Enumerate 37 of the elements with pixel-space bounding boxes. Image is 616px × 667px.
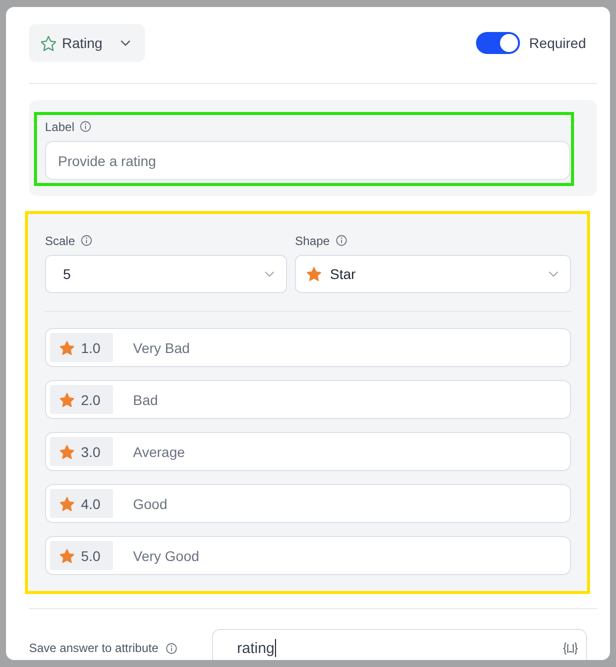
star-icon: [60, 340, 74, 354]
field-label: Scale: [45, 234, 76, 248]
score-value: 5.0: [81, 548, 100, 564]
info-icon[interactable]: [336, 235, 347, 246]
star-icon: [60, 392, 74, 406]
score-value: 3.0: [81, 444, 100, 460]
toggle-label: Required: [529, 35, 586, 51]
option-field[interactable]: 3.0 Average: [45, 432, 571, 471]
score-value: 4.0: [81, 496, 100, 512]
label-input[interactable]: Provide a rating: [45, 141, 570, 180]
chevron-down-icon: [548, 271, 559, 277]
field-label: Shape: [295, 234, 330, 248]
info-icon[interactable]: [166, 642, 178, 654]
option-field[interactable]: 4.0 Good: [45, 484, 571, 523]
info-icon[interactable]: [81, 235, 92, 246]
chevron-down-icon: [120, 40, 131, 46]
braces-icon[interactable]: [563, 642, 578, 654]
star-icon: [60, 444, 74, 458]
star-icon: [307, 267, 321, 281]
scale-select[interactable]: 5: [45, 255, 287, 293]
star-icon: [60, 548, 74, 562]
chevron-down-icon: [264, 271, 275, 277]
field-label: Save answer to attribute: [29, 641, 158, 655]
shape-select[interactable]: Star: [295, 255, 571, 293]
field-label: Label: [45, 120, 74, 134]
score-value: 2.0: [81, 392, 100, 408]
input-value: rating: [237, 640, 275, 656]
star-icon: [41, 36, 56, 50]
required-toggle[interactable]: [476, 32, 520, 54]
score-value: 1.0: [81, 340, 100, 356]
field-type-dropdown[interactable]: Rating: [29, 24, 145, 62]
option-field[interactable]: 5.0 Very Good: [45, 536, 571, 575]
option-field[interactable]: 2.0 Bad: [45, 380, 571, 419]
star-icon: [60, 496, 74, 510]
attribute-input[interactable]: rating: [212, 629, 587, 660]
option-field[interactable]: 1.0 Very Bad: [45, 328, 571, 367]
info-icon[interactable]: [80, 121, 92, 132]
